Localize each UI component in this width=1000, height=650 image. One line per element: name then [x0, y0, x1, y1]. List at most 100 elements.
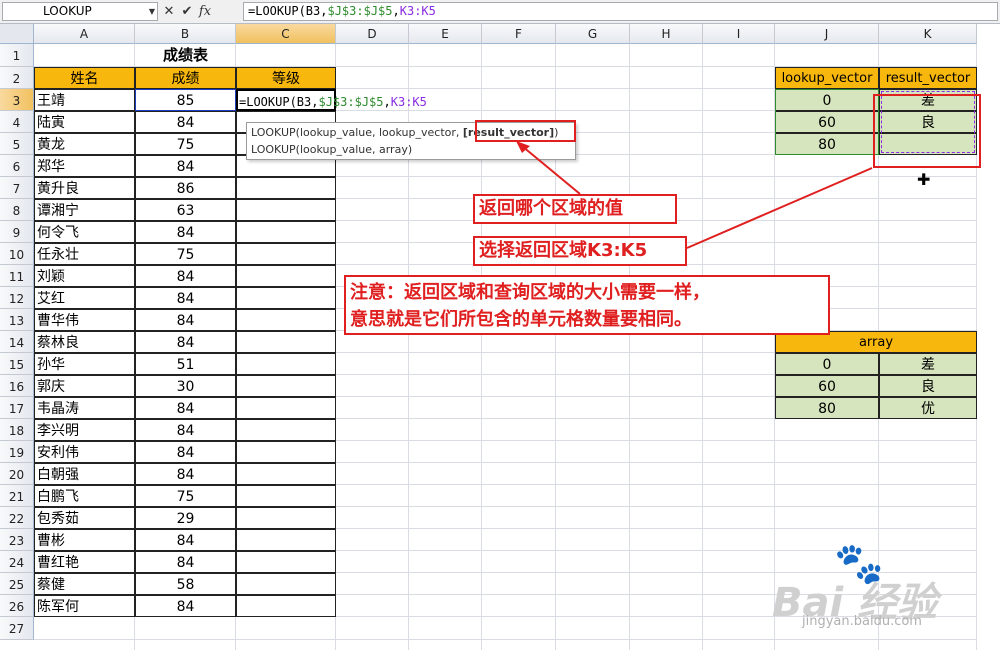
row-header-15[interactable]: 15: [0, 353, 34, 375]
table-cell-grade[interactable]: [236, 331, 336, 353]
column-header-F[interactable]: F: [482, 24, 556, 44]
array-result-value[interactable]: 良: [879, 375, 977, 397]
table-cell-grade[interactable]: [236, 375, 336, 397]
table-cell-grade[interactable]: [236, 441, 336, 463]
table-cell-name[interactable]: 谭湘宁: [34, 199, 135, 221]
column-header-B[interactable]: B: [135, 24, 236, 44]
column-header-A[interactable]: A: [34, 24, 135, 44]
column-header-J[interactable]: J: [775, 24, 879, 44]
row-header-9[interactable]: 9: [0, 221, 34, 243]
array-lookup-value[interactable]: 0: [775, 353, 879, 375]
table-header-C[interactable]: 等级: [236, 67, 336, 89]
column-header-C[interactable]: C: [236, 24, 336, 44]
vector-header-result[interactable]: result_vector: [879, 67, 977, 89]
row-header-24[interactable]: 24: [0, 551, 34, 573]
row-header-10[interactable]: 10: [0, 243, 34, 265]
row-header-27[interactable]: 27: [0, 617, 34, 640]
table-cell-name[interactable]: 黄龙: [34, 133, 135, 155]
active-cell-c3[interactable]: =LOOKUP(B3,$J$3:$J$5,K3:K5: [236, 89, 427, 111]
table-cell-score[interactable]: 84: [135, 287, 236, 309]
table-cell-name[interactable]: 安利伟: [34, 441, 135, 463]
table-cell-score[interactable]: 86: [135, 177, 236, 199]
table-cell-name[interactable]: 李兴明: [34, 419, 135, 441]
table-header-B[interactable]: 成绩: [135, 67, 236, 89]
row-header-21[interactable]: 21: [0, 485, 34, 507]
table-cell-score[interactable]: 84: [135, 551, 236, 573]
column-header-I[interactable]: I: [703, 24, 775, 44]
table-cell-score[interactable]: 29: [135, 507, 236, 529]
row-header-11[interactable]: 11: [0, 265, 34, 287]
table-cell-name[interactable]: 蔡健: [34, 573, 135, 595]
tooltip-array-form[interactable]: LOOKUP(lookup_value, array): [251, 141, 571, 158]
table-cell-name[interactable]: 白鹏飞: [34, 485, 135, 507]
row-header-26[interactable]: 26: [0, 595, 34, 617]
array-lookup-value[interactable]: 80: [775, 397, 879, 419]
table-cell-grade[interactable]: [236, 529, 336, 551]
table-cell-name[interactable]: 曹红艳: [34, 551, 135, 573]
table-cell-name[interactable]: 曹华伟: [34, 309, 135, 331]
row-header-2[interactable]: 2: [0, 67, 34, 89]
table-cell-name[interactable]: 艾红: [34, 287, 135, 309]
row-header-20[interactable]: 20: [0, 463, 34, 485]
table-cell-name[interactable]: 陆寅: [34, 111, 135, 133]
table-cell-grade[interactable]: [236, 573, 336, 595]
table-cell-grade[interactable]: [236, 419, 336, 441]
table-cell-grade[interactable]: [236, 287, 336, 309]
table-cell-name[interactable]: 刘颖: [34, 265, 135, 287]
table-cell-name[interactable]: 郑华: [34, 155, 135, 177]
table-cell-name[interactable]: 王靖: [34, 89, 135, 111]
table-cell-score[interactable]: 84: [135, 463, 236, 485]
table-cell-grade[interactable]: [236, 463, 336, 485]
table-cell-name[interactable]: 黄升良: [34, 177, 135, 199]
table-cell-grade[interactable]: [236, 595, 336, 617]
table-cell-grade[interactable]: [236, 485, 336, 507]
row-header-22[interactable]: 22: [0, 507, 34, 529]
table-cell-grade[interactable]: [236, 199, 336, 221]
row-header-7[interactable]: 7: [0, 177, 34, 199]
row-header-12[interactable]: 12: [0, 287, 34, 309]
row-header-16[interactable]: 16: [0, 375, 34, 397]
table-cell-name[interactable]: 白朝强: [34, 463, 135, 485]
row-header-25[interactable]: 25: [0, 573, 34, 595]
table-cell-grade[interactable]: [236, 221, 336, 243]
table-cell-grade[interactable]: [236, 243, 336, 265]
row-header-23[interactable]: 23: [0, 529, 34, 551]
table-cell-score[interactable]: 75: [135, 133, 236, 155]
table-cell-score[interactable]: 75: [135, 243, 236, 265]
table-cell-grade[interactable]: [236, 551, 336, 573]
array-lookup-value[interactable]: 60: [775, 375, 879, 397]
column-header-K[interactable]: K: [879, 24, 977, 44]
table-cell-grade[interactable]: [236, 177, 336, 199]
table-cell-score[interactable]: 30: [135, 375, 236, 397]
table-cell-name[interactable]: 孙华: [34, 353, 135, 375]
row-header-19[interactable]: 19: [0, 441, 34, 463]
table-cell-score[interactable]: 84: [135, 441, 236, 463]
table-cell-score[interactable]: 84: [135, 265, 236, 287]
table-cell-score[interactable]: 84: [135, 397, 236, 419]
table-cell-grade[interactable]: [236, 309, 336, 331]
table-cell-score[interactable]: 75: [135, 485, 236, 507]
row-header-1[interactable]: 1: [0, 44, 34, 67]
table-cell-grade[interactable]: [236, 397, 336, 419]
name-box[interactable]: LOOKUP ▼: [2, 2, 158, 21]
array-result-value[interactable]: 差: [879, 353, 977, 375]
row-header-18[interactable]: 18: [0, 419, 34, 441]
column-header-D[interactable]: D: [336, 24, 409, 44]
table-cell-score[interactable]: 84: [135, 419, 236, 441]
table-header-A[interactable]: 姓名: [34, 67, 135, 89]
table-cell-score[interactable]: 58: [135, 573, 236, 595]
row-header-3[interactable]: 3: [0, 89, 34, 111]
table-cell-score[interactable]: 84: [135, 331, 236, 353]
table-cell-name[interactable]: 陈军何: [34, 595, 135, 617]
table-cell-name[interactable]: 何令飞: [34, 221, 135, 243]
cancel-icon[interactable]: ✕: [160, 2, 178, 21]
table-cell-score[interactable]: 84: [135, 595, 236, 617]
table-cell-score[interactable]: 84: [135, 221, 236, 243]
row-header-5[interactable]: 5: [0, 133, 34, 155]
chevron-down-icon[interactable]: ▼: [149, 3, 155, 20]
select-all-corner[interactable]: [0, 24, 34, 44]
vector-header-lookup[interactable]: lookup_vector: [775, 67, 879, 89]
column-header-H[interactable]: H: [630, 24, 703, 44]
table-cell-name[interactable]: 郭庆: [34, 375, 135, 397]
array-result-value[interactable]: 优: [879, 397, 977, 419]
